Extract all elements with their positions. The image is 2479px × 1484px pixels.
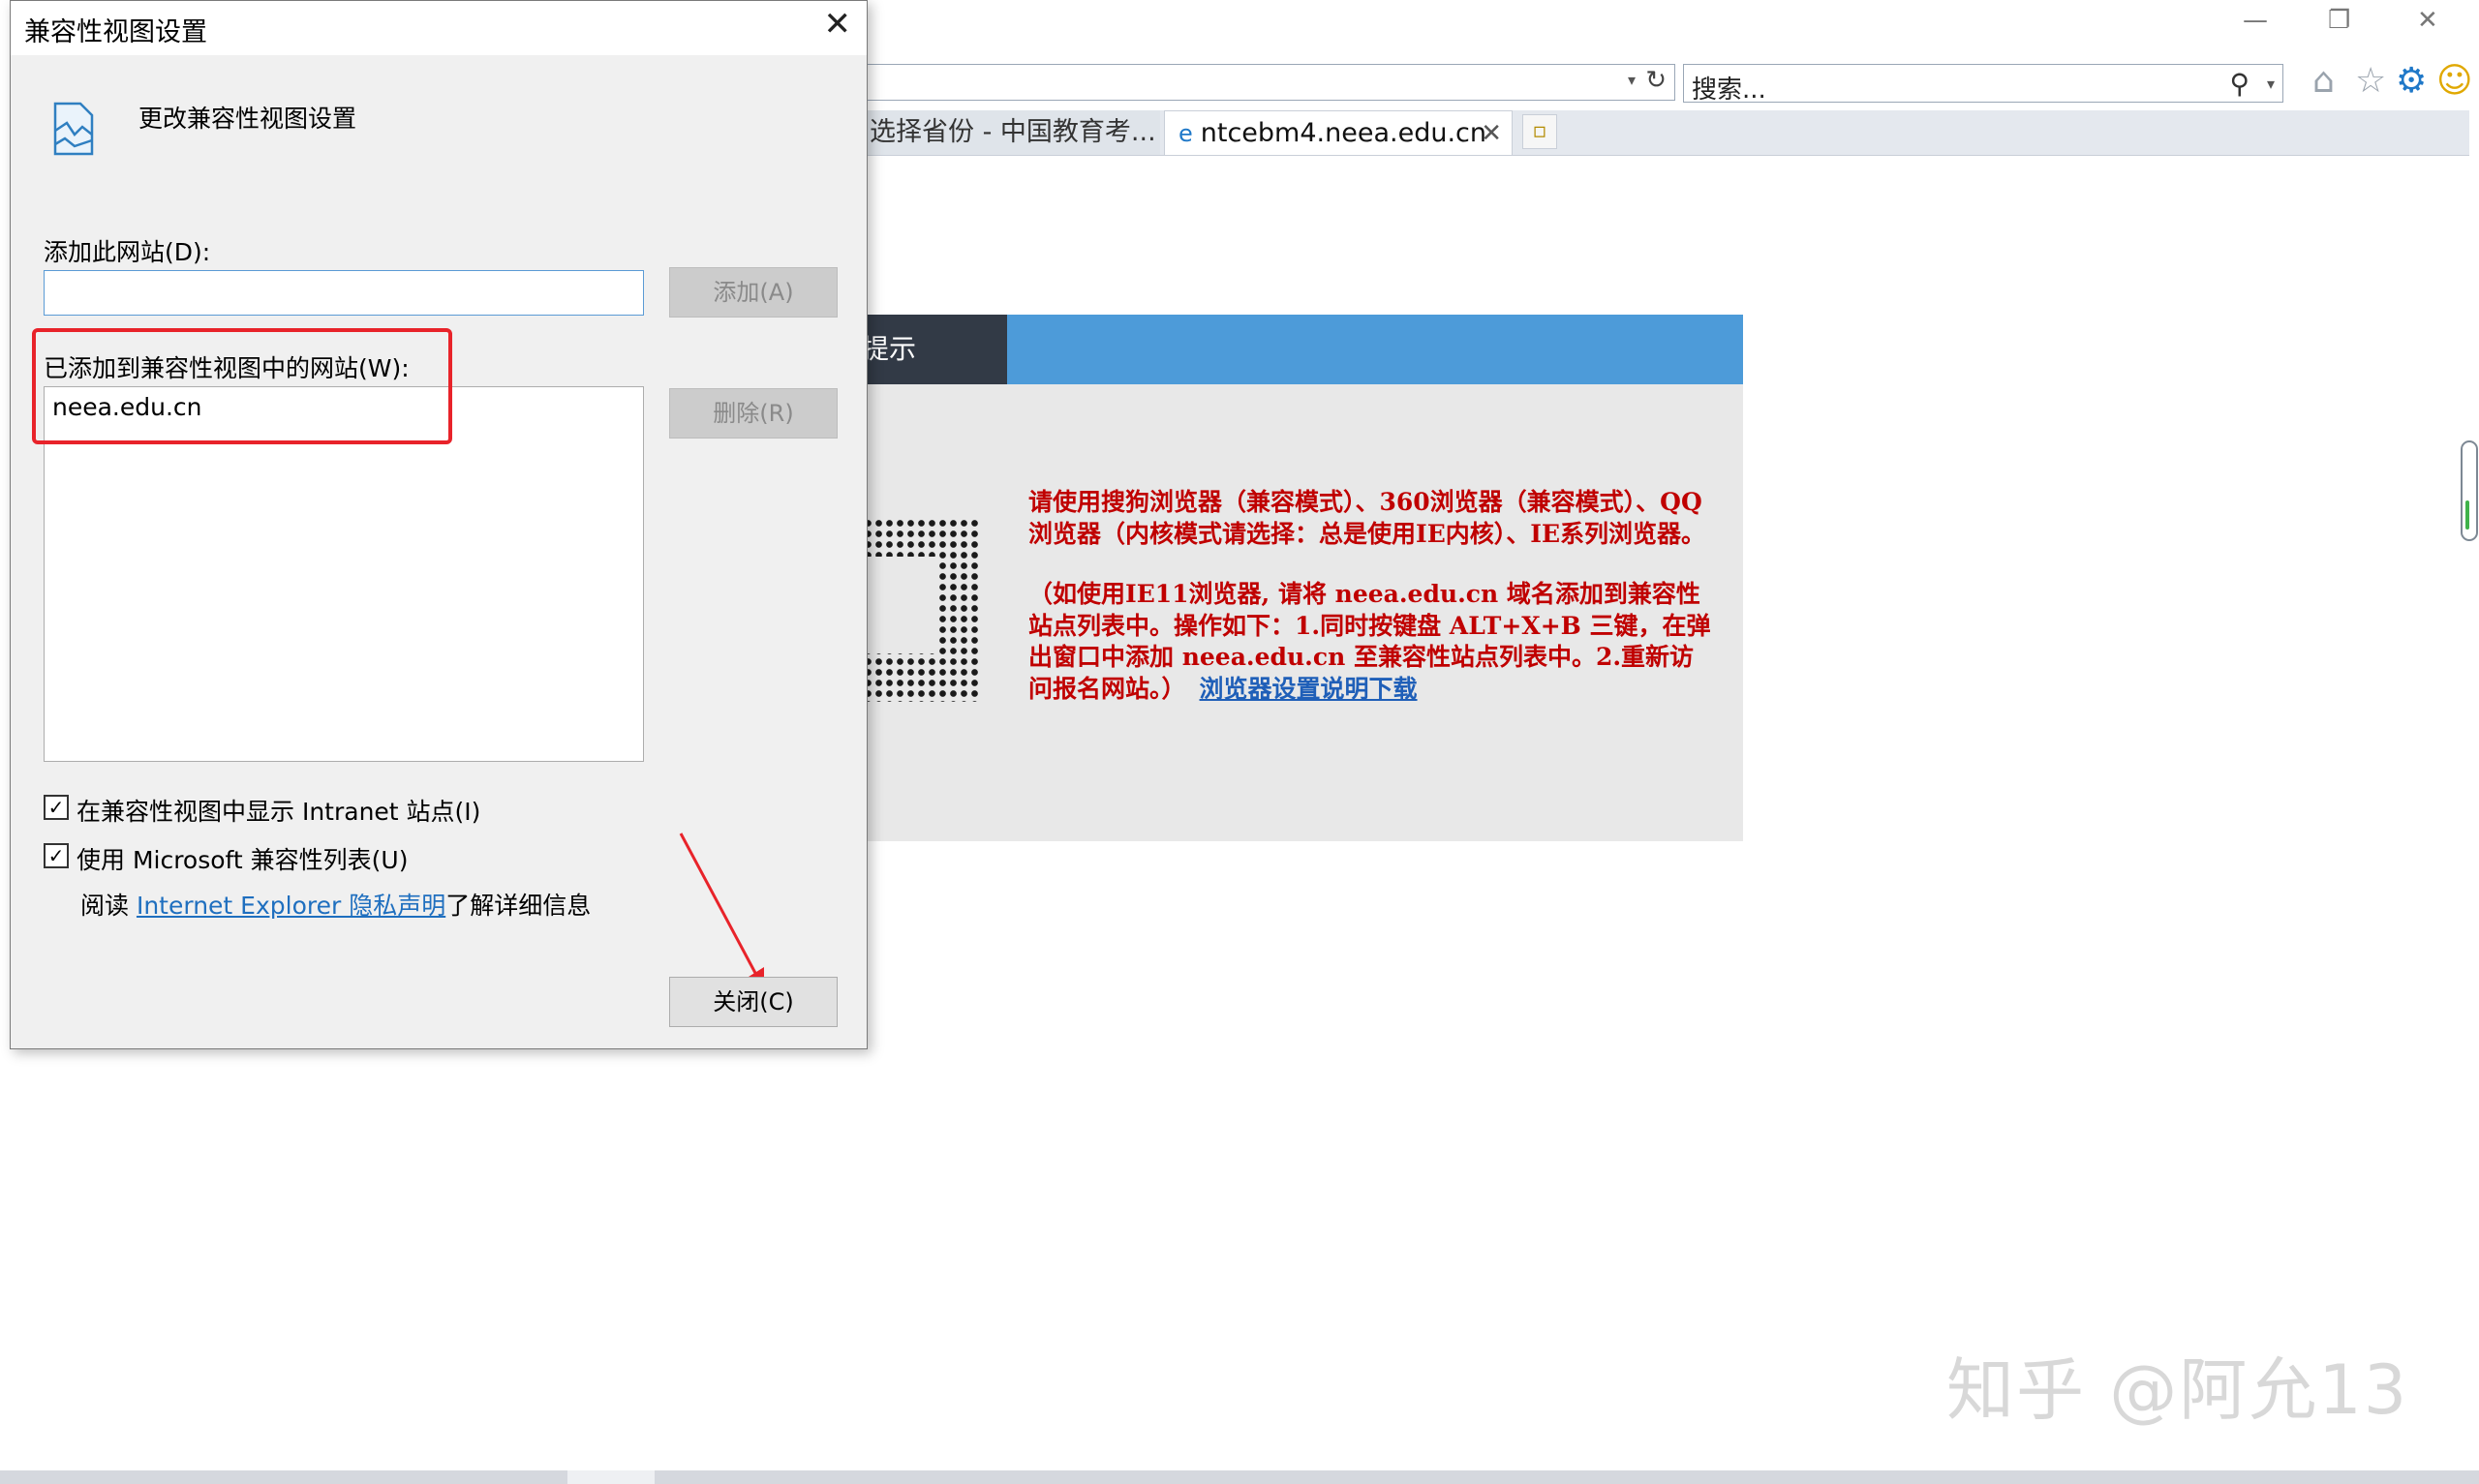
privacy-text: 阅读 Internet Explorer 隐私声明了解详细信息 [80, 887, 591, 922]
notice-header-bar [1007, 315, 1743, 384]
tab-label: 选择省份 - 中国教育考... [870, 117, 1156, 147]
dialog-title: 兼容性视图设置 [24, 17, 207, 47]
notice-paragraph-1: 请使用搜狗浏览器（兼容模式）、360浏览器（兼容模式）、QQ浏览器（内核模式请选… [1028, 488, 1706, 548]
window-close-button[interactable]: ✕ [2417, 6, 2438, 35]
ms-compat-list-checkbox[interactable]: ✓ [44, 843, 69, 868]
download-guide-link[interactable]: 浏览器设置说明下载 [1200, 675, 1418, 703]
intranet-checkbox[interactable]: ✓ [44, 795, 69, 820]
taskbar-item[interactable] [567, 1470, 655, 1484]
favorites-icon[interactable]: ☆ [2355, 62, 2386, 101]
search-placeholder: 搜索... [1692, 76, 1766, 105]
new-tab-button[interactable]: ▫ [1522, 114, 1557, 149]
notice-title: 提示 [852, 315, 1007, 384]
tab-ntcebm4[interactable]: e ntcebm4.neea.edu.cn ✕ [1164, 110, 1513, 155]
annotation-arrow [679, 833, 764, 986]
privacy-statement-link[interactable]: Internet Explorer 隐私声明 [137, 892, 445, 920]
dialog-heading: 更改兼容性视图设置 [138, 105, 357, 133]
tab-close-icon[interactable]: ✕ [1481, 111, 1502, 155]
notice-text: 请使用搜狗浏览器（兼容模式）、360浏览器（兼容模式）、QQ浏览器（内核模式请选… [1028, 487, 1716, 705]
add-site-input[interactable] [44, 270, 644, 316]
dialog-close-button[interactable]: 关闭(C) [669, 977, 838, 1027]
address-bar[interactable]: ▾ ↻ [852, 64, 1675, 101]
tab-label: ntcebm4.neea.edu.cn [1200, 118, 1486, 148]
search-dropdown-icon[interactable]: ▾ [2267, 75, 2275, 93]
address-dropdown-icon[interactable]: ▾ [1628, 71, 1636, 89]
watermark: 知乎 @阿允13 [1946, 1350, 2409, 1430]
compatibility-view-dialog: 兼容性视图设置 ✕ 更改兼容性视图设置 添加此网站(D): 添加(A) 已添加到… [10, 0, 868, 1049]
ms-compat-list-label[interactable]: 使用 Microsoft 兼容性列表(U) [77, 841, 408, 876]
privacy-suffix: 了解详细信息 [445, 892, 592, 920]
feedback-smiley-icon[interactable]: ☺ [2436, 62, 2473, 101]
minimize-button[interactable]: — [2243, 6, 2268, 35]
add-site-label: 添加此网站(D): [44, 238, 211, 266]
remove-button[interactable]: 删除(R) [669, 388, 838, 439]
refresh-icon[interactable]: ↻ [1645, 66, 1667, 95]
ie-favicon-icon: e [1178, 120, 1193, 147]
restore-button[interactable]: ❐ [2328, 6, 2350, 35]
scrollbar-thumb[interactable] [2461, 440, 2478, 541]
dialog-close-icon[interactable]: ✕ [824, 5, 852, 44]
highlight-annotation-box [32, 328, 452, 444]
search-input[interactable]: 搜索... ⚲ ▾ [1683, 64, 2283, 105]
add-button[interactable]: 添加(A) [669, 267, 838, 318]
intranet-checkbox-label[interactable]: 在兼容性视图中显示 Intranet 站点(I) [77, 793, 480, 828]
notice-panel: 提示 请使用搜狗浏览器（兼容模式）、360浏览器（兼容模式）、QQ浏览器（内核模… [852, 315, 1743, 841]
home-icon[interactable]: ⌂ [2312, 62, 2335, 101]
taskbar [0, 1470, 2479, 1484]
tab-choose-province[interactable]: 选择省份 - 中国教育考... [852, 110, 1160, 155]
dialog-titlebar: 兼容性视图设置 ✕ [11, 1, 867, 55]
tab-strip: 选择省份 - 中国教育考... e ntcebm4.neea.edu.cn ✕ ▫ [852, 110, 2469, 156]
gear-icon[interactable]: ⚙ [2396, 62, 2427, 101]
broken-page-icon [53, 102, 94, 156]
privacy-prefix: 阅读 [80, 892, 137, 920]
search-icon[interactable]: ⚲ [2229, 68, 2249, 100]
